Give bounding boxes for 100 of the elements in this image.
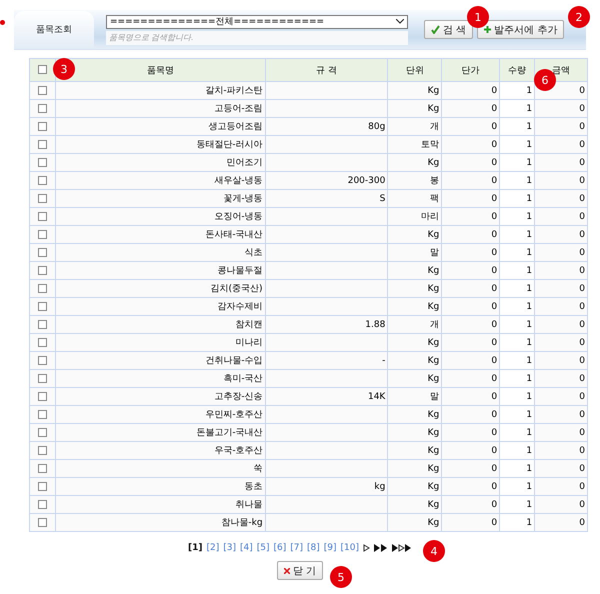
table-cell: 0 xyxy=(442,154,500,172)
quantity-field[interactable]: 1 xyxy=(500,334,535,352)
quantity-field[interactable]: 1 xyxy=(500,496,535,514)
quantity-field[interactable]: 1 xyxy=(500,460,535,478)
checkbox[interactable] xyxy=(38,158,47,167)
table-cell: Kg xyxy=(388,82,442,100)
checkbox[interactable] xyxy=(38,428,47,437)
quantity-field[interactable]: 1 xyxy=(500,154,535,172)
quantity-field[interactable]: 1 xyxy=(500,208,535,226)
quantity-field[interactable]: 1 xyxy=(500,172,535,190)
close-button[interactable]: 닫 기 xyxy=(276,561,324,580)
checkbox[interactable] xyxy=(38,338,47,347)
checkbox[interactable] xyxy=(38,302,47,311)
callout-badge: 1 xyxy=(467,6,489,28)
quantity-field[interactable]: 1 xyxy=(500,370,535,388)
checkbox[interactable] xyxy=(38,392,47,401)
page-link[interactable]: [7] xyxy=(290,543,303,553)
quantity-field[interactable]: 1 xyxy=(500,424,535,442)
checkbox[interactable] xyxy=(38,482,47,491)
checkbox[interactable] xyxy=(38,356,47,365)
table-cell: 0 xyxy=(534,334,588,352)
checkbox[interactable] xyxy=(38,320,47,329)
search-button[interactable]: 검 색 xyxy=(424,20,474,39)
checkbox[interactable] xyxy=(38,500,47,509)
tab[interactable]: 품목조회 xyxy=(14,10,94,48)
quantity-field[interactable]: 1 xyxy=(500,298,535,316)
table-cell: 콩나물두절 xyxy=(55,262,266,280)
quantity-field[interactable]: 1 xyxy=(500,406,535,424)
table-cell: 0 xyxy=(442,118,500,136)
checkbox[interactable] xyxy=(38,212,47,221)
checkbox[interactable] xyxy=(38,410,47,419)
table-cell: 200-300 xyxy=(265,172,388,190)
checkbox[interactable] xyxy=(38,446,47,455)
quantity-field[interactable]: 1 xyxy=(500,478,535,496)
checkbox[interactable] xyxy=(38,266,47,275)
table-cell: Kg xyxy=(388,478,442,496)
table-cell: 0 xyxy=(534,262,588,280)
table-cell: 생고등어조림 xyxy=(55,118,266,136)
category-select[interactable]: ==============전체============ xyxy=(106,14,408,28)
quantity-field[interactable]: 1 xyxy=(500,82,535,100)
page-link[interactable]: [3] xyxy=(223,543,236,553)
checkbox[interactable] xyxy=(38,176,47,185)
next-icon[interactable] xyxy=(362,544,370,552)
checkbox[interactable] xyxy=(38,140,47,149)
table-cell: 동태절단-러시아 xyxy=(55,136,266,154)
quantity-field[interactable]: 1 xyxy=(500,226,535,244)
table-cell: 식초 xyxy=(55,244,266,262)
quantity-field[interactable]: 1 xyxy=(500,244,535,262)
table-cell: 0 xyxy=(534,298,588,316)
table-cell: 0 xyxy=(534,190,588,208)
checkbox[interactable] xyxy=(38,464,47,473)
page-link[interactable]: [8] xyxy=(307,543,320,553)
add-button[interactable]: 발주서에 추가 xyxy=(477,20,564,39)
quantity-field[interactable]: 1 xyxy=(500,190,535,208)
page-link[interactable]: [4] xyxy=(240,543,253,553)
table-cell: 갈치-파키스탄 xyxy=(55,82,266,100)
checkbox[interactable] xyxy=(38,194,47,203)
quantity-field[interactable]: 1 xyxy=(500,514,535,532)
marker-dot xyxy=(0,20,5,25)
quantity-field[interactable]: 1 xyxy=(500,100,535,118)
table-cell: 1.88 xyxy=(265,316,388,334)
quantity-field[interactable]: 1 xyxy=(500,316,535,334)
table-cell: 0 xyxy=(534,514,588,532)
last-page-icon[interactable] xyxy=(392,544,412,552)
table-cell: 참나물-kg xyxy=(55,514,266,532)
checkbox[interactable] xyxy=(38,86,47,95)
page-link[interactable]: [5] xyxy=(256,543,270,553)
checkbox[interactable] xyxy=(38,122,47,131)
checkbox[interactable] xyxy=(38,374,47,383)
table-cell: 0 xyxy=(534,316,588,334)
quantity-field[interactable]: 1 xyxy=(500,352,535,370)
checkbox[interactable] xyxy=(38,248,47,257)
table-cell: 0 xyxy=(442,496,500,514)
quantity-field[interactable]: 1 xyxy=(500,442,535,460)
table-cell: 0 xyxy=(442,190,500,208)
checkbox[interactable] xyxy=(38,284,47,293)
quantity-field[interactable]: 1 xyxy=(500,262,535,280)
table-cell: 민어조기 xyxy=(55,154,266,172)
checkbox[interactable] xyxy=(38,65,47,74)
table-cell: 0 xyxy=(534,478,588,496)
checkbox[interactable] xyxy=(38,104,47,113)
page-link[interactable]: [10] xyxy=(340,543,359,553)
table-cell: 팩 xyxy=(388,190,442,208)
page-link[interactable]: [1] xyxy=(188,543,202,553)
fast-forward-icon[interactable] xyxy=(374,544,388,552)
column-header: 수량 xyxy=(500,58,535,82)
quantity-field[interactable]: 1 xyxy=(500,388,535,406)
page-link[interactable]: [6] xyxy=(274,543,286,553)
quantity-field[interactable]: 1 xyxy=(500,280,535,298)
search-field[interactable]: 품목명으로 검색합니다. xyxy=(106,30,408,44)
page-link[interactable]: [2] xyxy=(206,543,220,553)
page-link[interactable]: [9] xyxy=(324,543,336,553)
quantity-field[interactable]: 1 xyxy=(500,118,535,136)
table-cell: 말 xyxy=(388,244,442,262)
table-cell: Kg xyxy=(388,100,442,118)
quantity-field[interactable]: 1 xyxy=(500,136,535,154)
checkbox[interactable] xyxy=(38,230,47,239)
table-cell: Kg xyxy=(388,226,442,244)
checkbox[interactable] xyxy=(38,518,47,527)
check-icon xyxy=(431,25,440,34)
